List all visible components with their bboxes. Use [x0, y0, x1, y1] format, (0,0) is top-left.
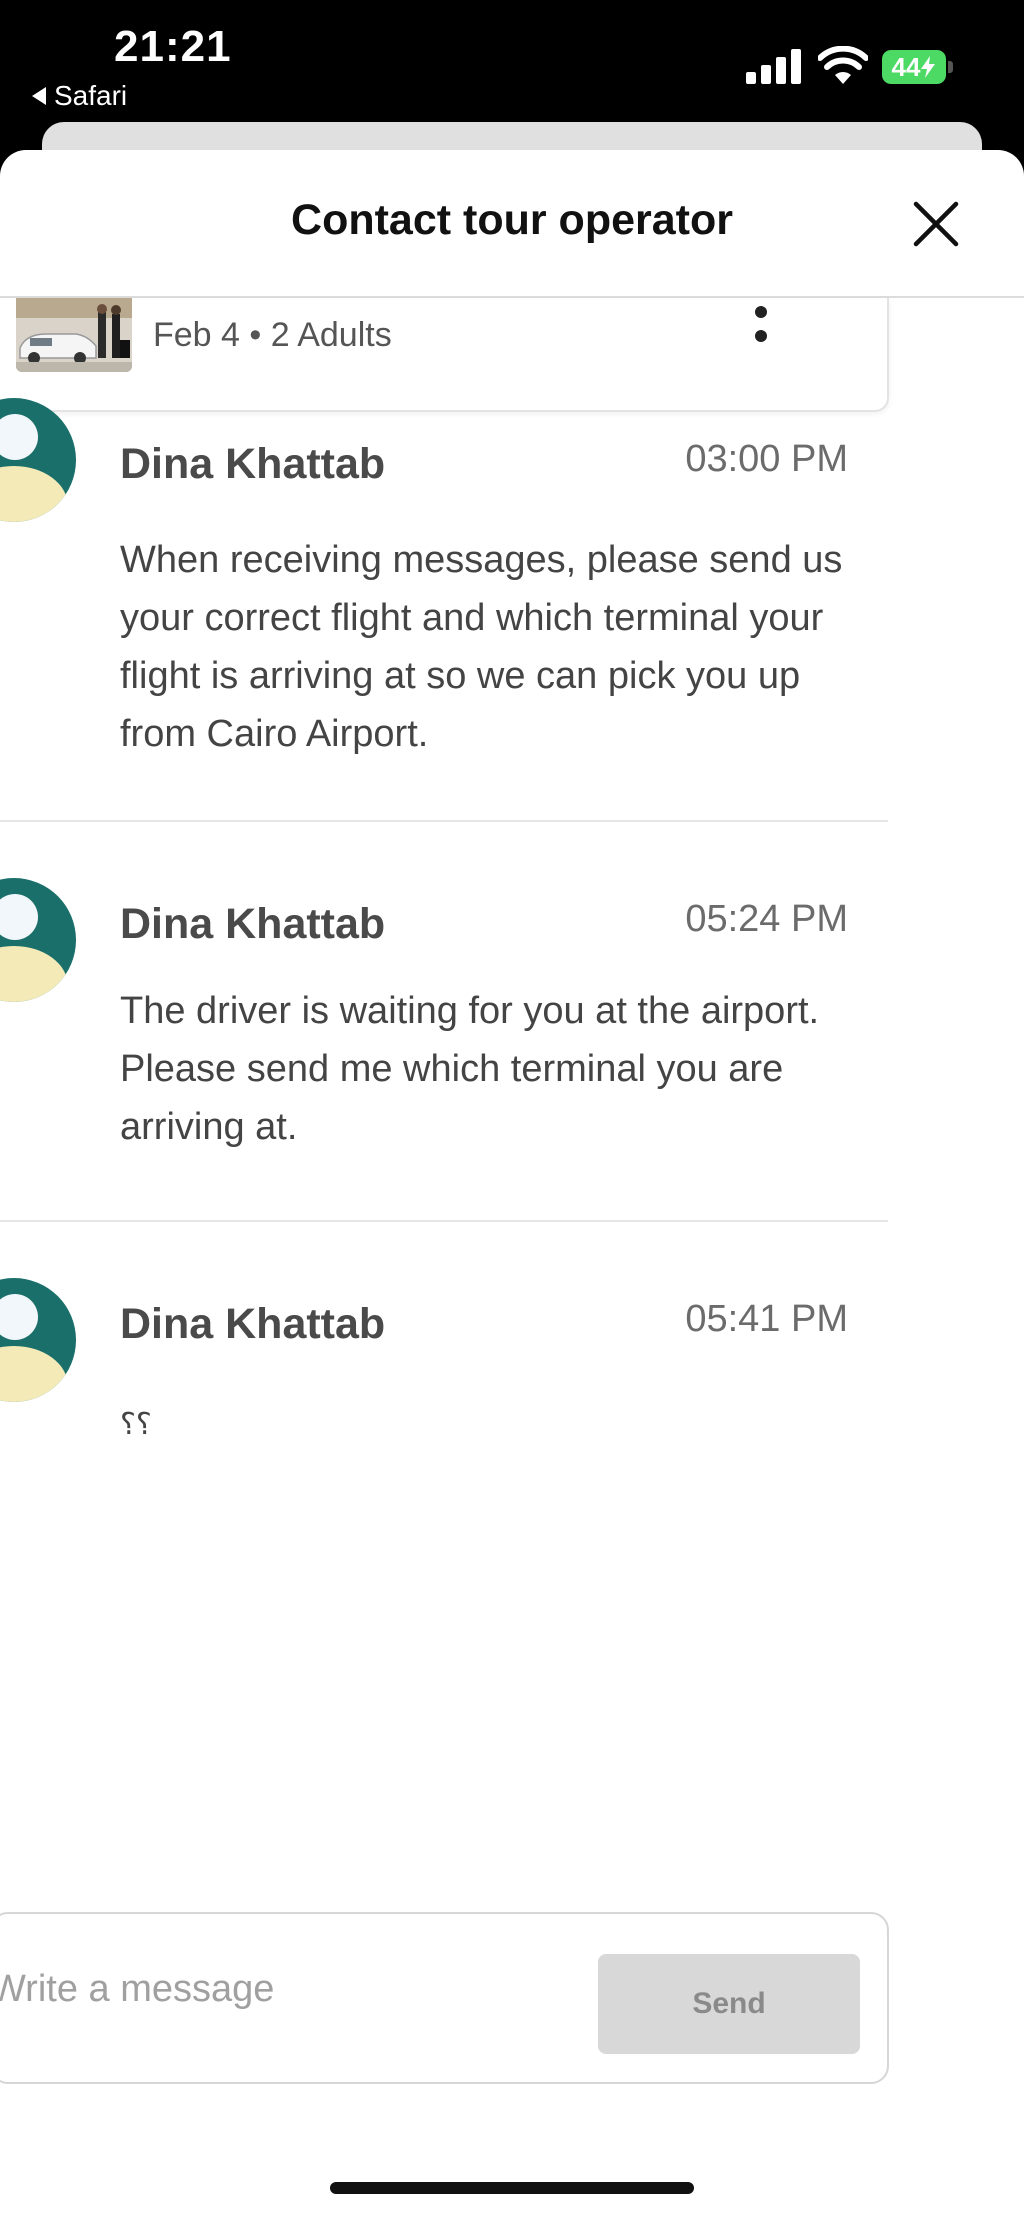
message-composer: Send: [0, 1912, 889, 2084]
message-sender: Dina Khattab: [120, 900, 386, 948]
battery-level: 44: [891, 51, 921, 82]
message-text: The driver is waiting for you at the air…: [120, 990, 820, 1148]
sheet-header: Contact tour operator: [0, 150, 1024, 298]
send-button[interactable]: Send: [598, 1954, 860, 2054]
cellular-signal-icon: [746, 48, 804, 84]
battery-icon: 44: [882, 50, 946, 84]
charging-bolt-icon: [921, 56, 936, 78]
message-text: ؟؟: [120, 1408, 152, 1441]
operator-avatar: [0, 1278, 76, 1402]
message-time: 03:00 PM: [685, 438, 848, 480]
booking-date-guests: Feb 4 • 2 Adults: [153, 316, 392, 354]
message-sender: Dina Khattab: [120, 440, 386, 488]
sheet-title: Contact tour operator: [291, 196, 733, 244]
message-item: Dina Khattab 05:24 PM The driver is wait…: [0, 820, 888, 1222]
operator-avatar: [0, 878, 76, 1002]
battery-tip: [948, 61, 953, 73]
contact-sheet: Contact tour operator Feb 4 • 2 Adults D…: [0, 150, 1024, 2216]
message-sender: Dina Khattab: [120, 1300, 386, 1348]
back-to-safari-link[interactable]: Safari: [32, 80, 127, 112]
message-time: 05:41 PM: [685, 1298, 848, 1340]
more-options-icon[interactable]: [748, 304, 774, 346]
message-text: When receiving messages, please send us …: [120, 539, 843, 755]
status-time: 21:21: [114, 22, 232, 71]
back-app-label: Safari: [54, 80, 128, 111]
close-icon[interactable]: [906, 194, 966, 254]
message-input[interactable]: [0, 1954, 552, 2024]
tour-thumbnail: [16, 298, 132, 372]
message-item: Dina Khattab 05:41 PM ؟؟: [0, 1220, 888, 1520]
message-item: Dina Khattab 03:00 PM When receiving mes…: [0, 398, 888, 822]
wifi-icon: [818, 46, 868, 84]
booking-summary-card: Feb 4 • 2 Adults: [0, 298, 889, 412]
operator-avatar: [0, 398, 76, 522]
home-indicator: [330, 2182, 694, 2194]
back-triangle-icon: [32, 87, 46, 105]
message-time: 05:24 PM: [685, 898, 848, 940]
